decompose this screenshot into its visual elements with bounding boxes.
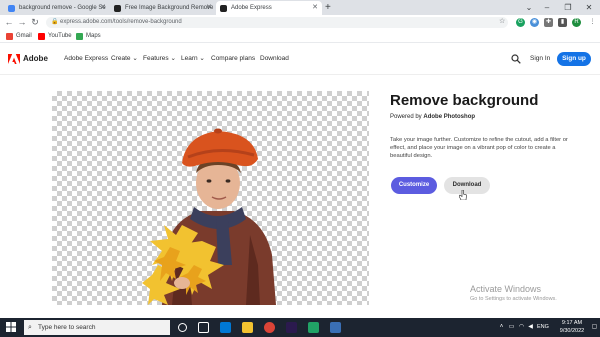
taskbar-search-box[interactable]: ⌕ Type here to search — [24, 320, 170, 335]
main-content: Remove background Powered by Adobe Photo… — [0, 76, 600, 316]
nav-features-label: Features — [143, 55, 169, 62]
tab-adobe-express[interactable]: Adobe Express ✕ — [216, 1, 322, 15]
tab-background-remove-search[interactable]: background remove - Google Se ✕ — [4, 1, 110, 15]
language-indicator[interactable]: ENG — [537, 318, 549, 337]
tab-free-image-background-remover[interactable]: Free Image Background Remove ✕ — [110, 1, 216, 15]
sidebar-icon[interactable]: ▮ — [558, 18, 567, 27]
edge-icon[interactable] — [220, 322, 231, 333]
description-text: Take your image further. Customize to re… — [390, 137, 568, 160]
powered-by-prefix: Powered by — [390, 114, 422, 120]
chevron-down-icon: ⌄ — [197, 55, 205, 62]
site-header: Adobe Adobe Express Create ⌄ Features ⌄ … — [0, 43, 600, 75]
nav-download[interactable]: Download — [260, 53, 289, 65]
close-tab-icon[interactable]: ✕ — [206, 1, 212, 15]
clock-date: 9/30/2022 — [559, 327, 585, 334]
back-arrow-icon[interactable]: ← — [3, 15, 15, 30]
browser-toolbar: ← → ↻ 🔒 express.adobe.com/tools/remove-b… — [0, 15, 600, 30]
system-clock[interactable]: 9:17 AM 9/30/2022 — [554, 320, 590, 335]
volume-icon[interactable]: ◀ — [527, 323, 534, 332]
powered-by-brand: Adobe Photoshop — [423, 114, 476, 120]
download-button[interactable]: Download — [444, 177, 490, 194]
cutout-photo-child-with-leaves — [142, 128, 276, 305]
nav-learn-label: Learn — [181, 55, 198, 62]
adobe-logo-icon[interactable] — [8, 54, 20, 64]
sign-up-button[interactable]: Sign up — [557, 52, 591, 66]
cortana-icon[interactable] — [178, 323, 187, 332]
bookmark-maps[interactable]: Maps — [76, 30, 101, 43]
site-favicon-icon — [114, 5, 121, 12]
chevron-down-icon: ⌄ — [168, 55, 176, 62]
tab-title: Free Image Background Remove — [125, 5, 214, 11]
app-icon[interactable] — [330, 322, 341, 333]
extension-icon[interactable]: ◉ — [530, 18, 539, 27]
address-bar[interactable]: 🔒 express.adobe.com/tools/remove-backgro… — [46, 17, 508, 28]
bookmark-star-icon[interactable]: ☆ — [499, 17, 505, 25]
bookmarks-bar: Gmail YouTube Maps — [0, 30, 600, 43]
nav-create[interactable]: Create ⌄ — [111, 53, 138, 65]
bookmark-label: YouTube — [48, 33, 72, 39]
hand-cursor-icon — [459, 190, 467, 200]
adobe-express-favicon-icon — [220, 5, 227, 12]
wifi-icon[interactable]: ◠ — [518, 323, 525, 332]
bookmark-youtube[interactable]: YouTube — [38, 30, 72, 43]
task-view-icon[interactable] — [198, 322, 209, 333]
chevron-down-icon: ⌄ — [130, 55, 138, 62]
page-title: Remove background — [390, 92, 539, 109]
profile-avatar[interactable]: R — [572, 18, 581, 27]
powered-by-label: Powered by Adobe Photoshop — [390, 114, 475, 120]
search-icon[interactable] — [511, 54, 521, 64]
bookmark-label: Maps — [86, 33, 101, 39]
app-icon[interactable] — [308, 322, 319, 333]
customize-button[interactable]: Customize — [391, 177, 437, 194]
nav-learn[interactable]: Learn ⌄ — [181, 53, 205, 65]
youtube-icon — [38, 33, 45, 40]
browser-tab-strip: background remove - Google Se ✕ Free Ima… — [0, 0, 600, 15]
bookmark-label: Gmail — [16, 33, 32, 39]
extension-grammarly-icon[interactable]: G — [516, 18, 525, 27]
notification-icon[interactable]: ▢ — [591, 323, 598, 332]
tab-search-chevron-icon[interactable]: ⌄ — [520, 0, 538, 15]
restore-button[interactable]: ❐ — [559, 0, 577, 15]
forward-arrow-icon[interactable]: → — [16, 15, 28, 30]
lock-icon: 🔒 — [51, 19, 59, 25]
close-window-button[interactable]: ✕ — [580, 0, 598, 15]
bookmark-gmail[interactable]: Gmail — [6, 30, 32, 43]
close-tab-icon[interactable]: ✕ — [312, 1, 318, 15]
tab-title: Adobe Express — [231, 5, 272, 11]
nav-create-label: Create — [111, 55, 131, 62]
tray-chevron-up-icon[interactable]: ˄ — [498, 323, 505, 332]
clock-time: 9:17 AM — [561, 320, 583, 326]
new-tab-button[interactable]: + — [325, 0, 331, 15]
activate-windows-subtitle: Go to Settings to activate Windows. — [470, 296, 557, 302]
url-text: express.adobe.com/tools/remove-backgroun… — [60, 19, 182, 25]
maps-icon — [76, 33, 83, 40]
google-favicon-icon — [8, 5, 15, 12]
taskbar-search-placeholder: Type here to search — [38, 324, 96, 331]
adobe-wordmark[interactable]: Adobe — [23, 53, 48, 65]
network-icon[interactable]: ▭ — [508, 323, 515, 332]
sign-in-link[interactable]: Sign In — [530, 53, 550, 65]
browser-menu-icon[interactable]: ⋮ — [588, 18, 597, 27]
extensions-puzzle-icon[interactable]: ✚ — [544, 18, 553, 27]
search-icon: ⌕ — [28, 324, 32, 331]
windows-start-icon[interactable] — [6, 322, 16, 332]
gmail-icon — [6, 33, 13, 40]
chrome-icon[interactable] — [264, 322, 275, 333]
close-tab-icon[interactable]: ✕ — [100, 1, 106, 15]
nav-compare-plans[interactable]: Compare plans — [211, 53, 255, 65]
tab-title: background remove - Google Se — [19, 5, 106, 11]
windows-taskbar: ⌕ Type here to search ˄ ▭ ◠ ◀ ENG 9:17 A… — [0, 318, 600, 337]
file-explorer-icon[interactable] — [242, 322, 253, 333]
minimize-button[interactable]: – — [538, 0, 556, 15]
transparent-canvas-preview — [52, 91, 369, 305]
activate-windows-title: Activate Windows — [470, 284, 542, 294]
nav-adobe-express[interactable]: Adobe Express — [64, 53, 108, 65]
nav-features[interactable]: Features ⌄ — [143, 53, 176, 65]
premiere-pro-icon[interactable] — [286, 322, 297, 333]
reload-icon[interactable]: ↻ — [29, 15, 41, 30]
